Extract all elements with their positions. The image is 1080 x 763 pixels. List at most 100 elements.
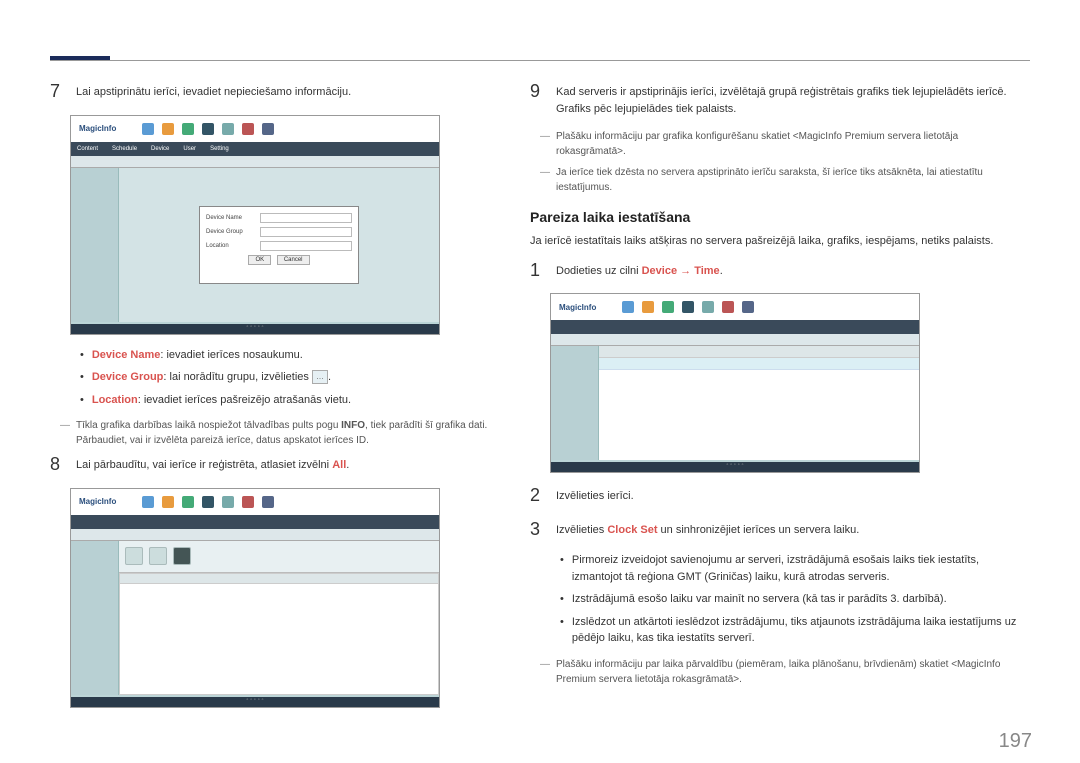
- topbar-icon: [222, 123, 234, 135]
- step-9: 9 Kad serveris ir apstiprinājis ierīci, …: [530, 81, 1030, 117]
- dlg-input-devicegroup: [260, 227, 352, 237]
- tool-btn: [149, 547, 167, 565]
- main-tabs: [71, 515, 439, 529]
- step-text-before: Dodieties uz cilni: [556, 265, 642, 277]
- main-tabs: [551, 320, 919, 334]
- header-accent-bar: [50, 56, 110, 60]
- page-header-rule: [50, 0, 1030, 61]
- sidebar: [71, 168, 119, 322]
- main-area: [119, 541, 439, 695]
- bottombar: ◦ ◦ ◦ ◦ ◦: [551, 462, 919, 472]
- toolbar: [119, 541, 439, 573]
- bullet-item: Izslēdzot un atkārtoti ieslēdzot izstrād…: [560, 614, 1030, 647]
- dlg-label-devicename: Device Name: [206, 215, 256, 221]
- topbar-icon: [262, 123, 274, 135]
- step-number: 9: [530, 81, 544, 103]
- main-area: Device Name Device Group Location OK Can…: [119, 168, 439, 322]
- device-list: [119, 573, 439, 695]
- time-bullets: Pirmoreiz izveidojot savienojumu ar serv…: [560, 552, 1030, 647]
- app-topbar: MagicInfo: [551, 294, 919, 320]
- device-info-dialog: Device Name Device Group Location OK Can…: [199, 206, 359, 284]
- tool-btn: [173, 547, 191, 565]
- bullet-text: Pirmoreiz izveidojot savienojumu ar serv…: [572, 552, 1030, 585]
- tab: Setting: [210, 146, 229, 152]
- list-header: [599, 346, 919, 358]
- dlg-input-location: [260, 241, 352, 251]
- app-body: [551, 346, 919, 460]
- topbar-icon: [202, 123, 214, 135]
- topbar-icon: [182, 123, 194, 135]
- topbar-icon: [142, 123, 154, 135]
- right-column: 9 Kad serveris ir apstiprinājis ierīci, …: [530, 81, 1030, 720]
- note-device-delete: Ja ierīce tiek dzēsta no servera apstipr…: [540, 165, 1030, 195]
- topbar-icons: [142, 123, 274, 135]
- tab: Device: [151, 146, 169, 152]
- sub-tabbar: [71, 156, 439, 168]
- step-8: 8 Lai pārbaudītu, vai ierīce ir reģistrē…: [50, 454, 500, 476]
- topbar-icon: [742, 301, 754, 313]
- topbar-icon: [622, 301, 634, 313]
- step-text: Izvēlieties Clock Set un sinhronizējiet …: [556, 519, 859, 539]
- screenshot-device-time: MagicInfo ◦ ◦ ◦ ◦ ◦: [550, 293, 920, 473]
- tab: Content: [77, 146, 98, 152]
- bullet-label: Device Name: [92, 349, 161, 361]
- sub-tabbar: [551, 334, 919, 346]
- step-number: 3: [530, 519, 544, 541]
- bottombar: ◦ ◦ ◦ ◦ ◦: [71, 324, 439, 334]
- dlg-ok-button: OK: [248, 255, 271, 265]
- bullet-text: : ievadiet ierīces nosaukumu.: [160, 349, 302, 361]
- note-text: Ja ierīce tiek dzēsta no servera apstipr…: [556, 165, 1030, 195]
- topbar-icon: [242, 123, 254, 135]
- topbar-icon: [682, 301, 694, 313]
- step-number: 7: [50, 81, 64, 103]
- bottombar: ◦ ◦ ◦ ◦ ◦: [71, 697, 439, 707]
- list-header: [120, 574, 438, 584]
- bullet-label: Location: [92, 394, 138, 406]
- step-3: 3 Izvēlieties Clock Set un sinhronizējie…: [530, 519, 1030, 541]
- step-bold: Clock Set: [607, 524, 657, 536]
- dlg-label-location: Location: [206, 243, 256, 249]
- main-tabs: Content Schedule Device User Setting: [71, 142, 439, 156]
- app-topbar: MagicInfo: [71, 116, 439, 142]
- bullet-text: Izslēdzot un atkārtoti ieslēdzot izstrād…: [572, 614, 1030, 647]
- step-bold: Time: [694, 265, 719, 277]
- step-number: 8: [50, 454, 64, 476]
- section-title: Pareiza laika iestatīšana: [530, 209, 1030, 225]
- tab: Schedule: [112, 146, 137, 152]
- step-text: Dodieties uz cilni Device → Time.: [556, 260, 723, 280]
- sidebar: [551, 346, 599, 460]
- topbar-icon: [642, 301, 654, 313]
- step-text-after: .: [720, 265, 723, 277]
- step-text-after: .: [346, 459, 349, 471]
- field-bullets: Device Name: ievadiet ierīces nosaukumu.…: [80, 347, 500, 409]
- bullet-label: Device Group: [92, 371, 164, 383]
- tab: User: [183, 146, 196, 152]
- step-bold: All: [332, 459, 346, 471]
- topbar-icon: [142, 496, 154, 508]
- step-arrow: →: [677, 265, 694, 277]
- section-description: Ja ierīcē iestatītais laiks atšķiras no …: [530, 233, 1030, 250]
- note-info-button: Tīkla grafika darbības laikā nospiežot t…: [60, 418, 500, 448]
- topbar-icon: [262, 496, 274, 508]
- app-body: [71, 541, 439, 695]
- bullet-device-name: Device Name: ievadiet ierīces nosaukumu.: [80, 347, 500, 364]
- note-schedule-config: Plašāku informāciju par grafika konfigur…: [540, 129, 1030, 159]
- step-text-before: Izvēlieties: [556, 524, 607, 536]
- topbar-icon: [222, 496, 234, 508]
- bullet-text: : lai norādītu grupu, izvēlieties: [163, 371, 309, 383]
- app-logo: MagicInfo: [79, 497, 116, 506]
- topbar-icon: [702, 301, 714, 313]
- note-bold: INFO: [341, 420, 365, 431]
- note-time-management: Plašāku informāciju par laika pārvaldību…: [540, 657, 1030, 687]
- page-number: 197: [999, 730, 1032, 753]
- group-select-icon: …: [312, 370, 328, 384]
- app-logo: MagicInfo: [79, 124, 116, 133]
- note-text: Plašāku informāciju par grafika konfigur…: [556, 129, 1030, 159]
- step-text: Lai pārbaudītu, vai ierīce ir reģistrēta…: [76, 454, 349, 474]
- topbar-icons: [622, 301, 754, 313]
- screenshot-device-list-all: MagicInfo: [70, 488, 440, 708]
- step-text-after: un sinhronizējiet ierīces un servera lai…: [658, 524, 860, 536]
- step-text: Kad serveris ir apstiprinājis ierīci, iz…: [556, 81, 1030, 117]
- topbar-icon: [662, 301, 674, 313]
- step-7: 7 Lai apstiprinātu ierīci, ievadiet nepi…: [50, 81, 500, 103]
